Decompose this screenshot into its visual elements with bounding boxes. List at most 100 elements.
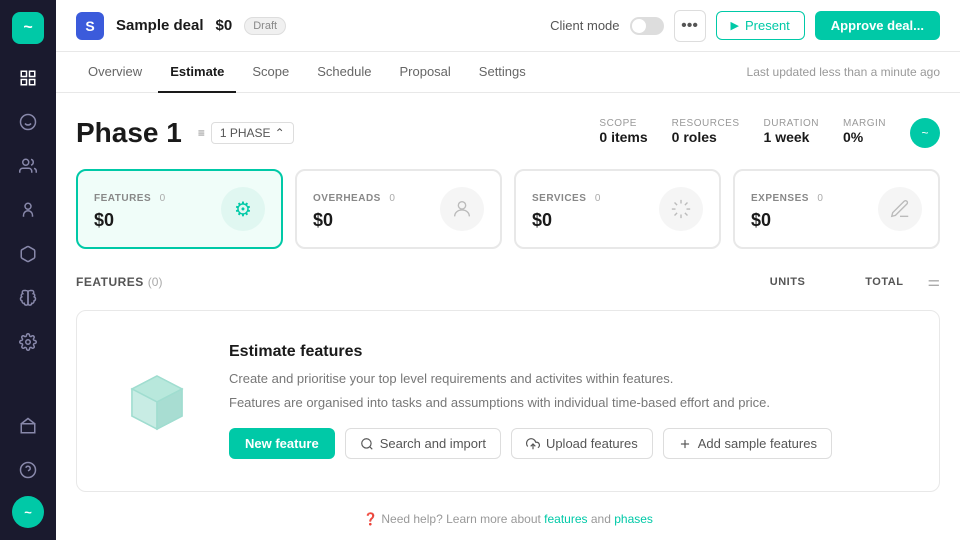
scope-value: 0 items (599, 129, 647, 145)
empty-desc-1: Create and prioritise your top level req… (229, 369, 832, 389)
tab-settings[interactable]: Settings (467, 52, 538, 93)
nav-tabs: Overview Estimate Scope Schedule Proposa… (56, 52, 960, 93)
sidebar-item-question[interactable] (10, 452, 46, 488)
category-card-services[interactable]: SERVICES 0 $0 (514, 169, 721, 249)
cat-value-features: $0 (94, 210, 165, 231)
search-import-button[interactable]: Search and import (345, 428, 501, 459)
main-content: S Sample deal $0 Draft Client mode ••• ▶… (56, 0, 960, 540)
duration-metric: DURATION 1 week (764, 118, 819, 145)
sidebar-item-group[interactable] (10, 192, 46, 228)
col-total-label: TOTAL (865, 276, 903, 288)
empty-content: Estimate features Create and prioritise … (229, 343, 832, 459)
new-feature-button[interactable]: New feature (229, 428, 335, 459)
app-icon: S (76, 12, 104, 40)
features-help-link[interactable]: features (544, 512, 587, 526)
margin-metric: MARGIN 0% (843, 118, 886, 145)
upload-icon (526, 437, 540, 451)
features-header: FEATURES (0) UNITS TOTAL ⚌ (76, 273, 940, 298)
margin-value: 0% (843, 129, 886, 145)
services-icon (659, 187, 703, 231)
empty-title: Estimate features (229, 343, 832, 361)
client-mode-toggle[interactable] (630, 17, 664, 35)
sidebar-bottom: ~ (10, 408, 46, 528)
more-options-button[interactable]: ••• (674, 10, 706, 42)
tab-estimate[interactable]: Estimate (158, 52, 236, 93)
features-count: (0) (148, 275, 163, 289)
sidebar-item-cube[interactable] (10, 236, 46, 272)
help-footer: ❓ Need help? Learn more about features a… (76, 512, 940, 526)
present-button[interactable]: ▶ Present (716, 11, 805, 40)
deal-title: Sample deal (116, 17, 204, 34)
list-icon: ≡ (198, 126, 205, 140)
sidebar-item-building[interactable] (10, 408, 46, 444)
cube-illustration (117, 361, 197, 441)
features-section: FEATURES (0) UNITS TOTAL ⚌ Estimate feat… (76, 273, 940, 492)
cat-label-overheads: OVERHEADS (313, 193, 381, 204)
phases-help-link[interactable]: phases (614, 512, 653, 526)
expenses-icon (878, 187, 922, 231)
upload-features-button[interactable]: Upload features (511, 428, 653, 459)
phase-badge[interactable]: 1 PHASE ⌃ (211, 122, 294, 144)
tab-scope[interactable]: Scope (240, 52, 301, 93)
margin-label: MARGIN (843, 118, 886, 129)
approve-button[interactable]: Approve deal... (815, 11, 940, 40)
cat-value-expenses: $0 (751, 210, 823, 231)
resources-metric: RESOURCES 0 roles (672, 118, 740, 145)
add-sample-features-button[interactable]: Add sample features (663, 428, 832, 459)
cat-count-expenses: 0 (817, 193, 823, 204)
client-mode-label: Client mode (550, 18, 619, 33)
features-title: FEATURES (76, 275, 144, 289)
tab-schedule[interactable]: Schedule (305, 52, 383, 93)
cat-value-overheads: $0 (313, 210, 395, 231)
page-content: Phase 1 ≡ 1 PHASE ⌃ SCOPE 0 items RESOUR… (56, 93, 960, 540)
features-icon: ⚙ (221, 187, 265, 231)
category-card-features[interactable]: FEATURES 0 $0 ⚙ (76, 169, 283, 249)
deal-price: $0 (216, 17, 233, 34)
cat-info-features: FEATURES 0 $0 (94, 188, 165, 231)
phase-metrics: SCOPE 0 items RESOURCES 0 roles DURATION… (599, 118, 940, 148)
sidebar-item-gear[interactable] (10, 324, 46, 360)
topbar-right: Client mode ••• ▶ Present Approve deal..… (550, 10, 940, 42)
col-units-label: UNITS (770, 276, 806, 288)
last-updated: Last updated less than a minute ago (747, 65, 940, 79)
category-card-overheads[interactable]: OVERHEADS 0 $0 (295, 169, 502, 249)
category-card-expenses[interactable]: EXPENSES 0 $0 (733, 169, 940, 249)
cat-info-expenses: EXPENSES 0 $0 (751, 188, 823, 231)
help-icon: ❓ (363, 512, 378, 526)
duration-value: 1 week (764, 129, 819, 145)
overheads-icon (440, 187, 484, 231)
category-cards: FEATURES 0 $0 ⚙ OVERHEADS 0 $0 (76, 169, 940, 249)
filter-icon[interactable]: ⚌ (927, 273, 940, 290)
resources-value: 0 roles (672, 129, 740, 145)
phase-title: Phase 1 (76, 117, 182, 149)
phase-controls: ≡ 1 PHASE ⌃ (198, 122, 294, 144)
resources-label: RESOURCES (672, 118, 740, 129)
empty-state: Estimate features Create and prioritise … (76, 310, 940, 492)
cat-label-features: FEATURES (94, 193, 151, 204)
cat-label-expenses: EXPENSES (751, 193, 809, 204)
duration-label: DURATION (764, 118, 819, 129)
draft-badge: Draft (244, 17, 286, 35)
tab-proposal[interactable]: Proposal (387, 52, 462, 93)
empty-actions: New feature Search and import Upload fea… (229, 428, 832, 459)
cat-count-overheads: 0 (389, 193, 395, 204)
empty-desc-2: Features are organised into tasks and as… (229, 393, 832, 413)
sidebar-item-grid[interactable] (10, 60, 46, 96)
tab-overview[interactable]: Overview (76, 52, 154, 93)
cat-value-services: $0 (532, 210, 600, 231)
cat-info-overheads: OVERHEADS 0 $0 (313, 188, 395, 231)
cat-info-services: SERVICES 0 $0 (532, 188, 600, 231)
phase-header: Phase 1 ≡ 1 PHASE ⌃ SCOPE 0 items RESOUR… (76, 117, 940, 149)
scope-metric: SCOPE 0 items (599, 118, 647, 145)
sidebar-item-smiley[interactable] (10, 104, 46, 140)
scope-label: SCOPE (599, 118, 647, 129)
sidebar: ~ ~ (0, 0, 56, 540)
cat-count-services: 0 (595, 193, 601, 204)
sidebar-item-brain[interactable] (10, 280, 46, 316)
search-icon (360, 437, 374, 451)
cat-label-services: SERVICES (532, 193, 586, 204)
sidebar-logo[interactable]: ~ (12, 12, 44, 44)
user-avatar[interactable]: ~ (12, 496, 44, 528)
sidebar-item-users[interactable] (10, 148, 46, 184)
phase-avatar[interactable]: ~ (910, 118, 940, 148)
